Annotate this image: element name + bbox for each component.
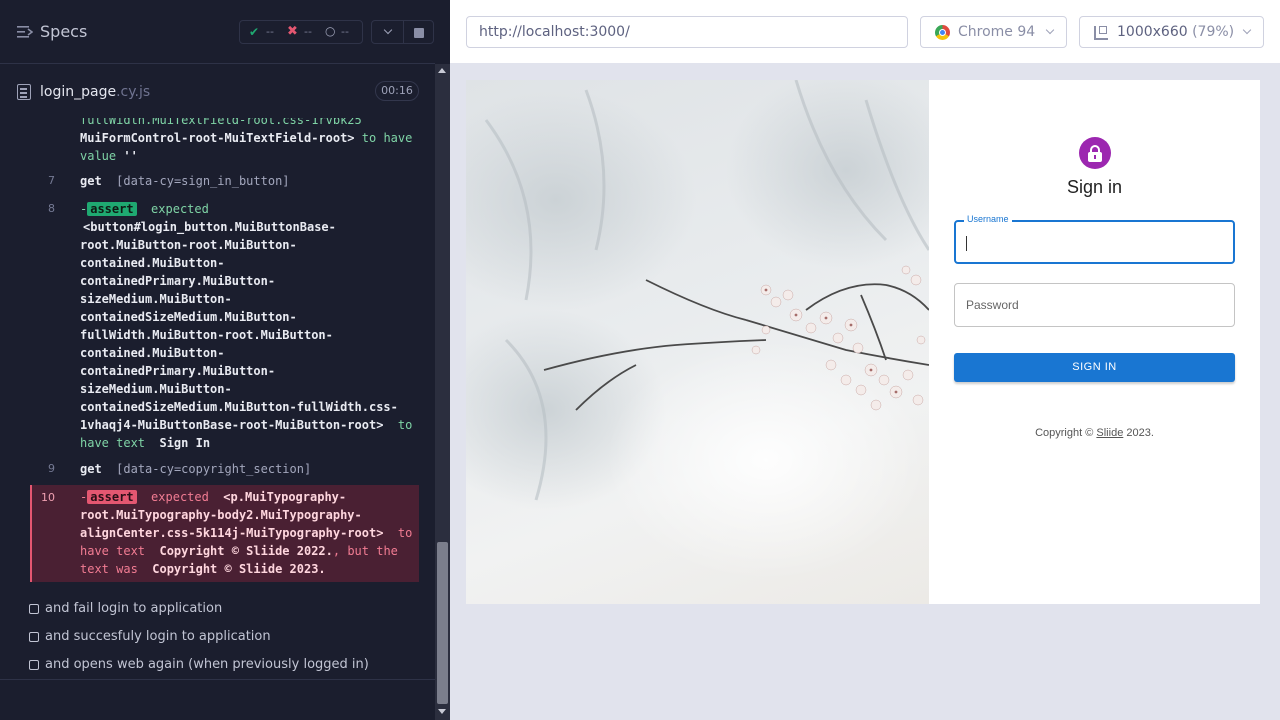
- command-log-item[interactable]: 7 get [data-cy=sign_in_button]: [30, 172, 419, 194]
- lock-icon: [1079, 137, 1111, 169]
- scrollbar[interactable]: [435, 64, 450, 720]
- command-number: 7: [48, 174, 55, 187]
- cherry-blossom-image: [466, 80, 929, 604]
- viewport-label: 1000x660 (79%): [1117, 24, 1235, 40]
- checkbox-icon: [29, 604, 39, 614]
- browser-label: Chrome 94: [958, 24, 1036, 40]
- specs-menu-icon[interactable]: [17, 25, 33, 39]
- failed-count: --: [304, 25, 312, 38]
- log-text: containedSizeMedium.MuiButton-fullWidth.…: [80, 400, 398, 414]
- assert-badge: assert: [87, 490, 137, 504]
- command-number: 10: [41, 491, 55, 504]
- log-text: sizeMedium.MuiButton-: [80, 382, 232, 396]
- log-text: get [data-cy=copyright_section]: [80, 462, 312, 476]
- assert-badge: assert: [87, 202, 137, 216]
- scroll-up-icon[interactable]: [438, 68, 446, 73]
- log-text: contained.MuiButton-: [80, 346, 225, 360]
- x-icon: ✖: [287, 24, 298, 39]
- log-text: containedSizeMedium.MuiButton-: [80, 310, 297, 324]
- pending-count: --: [341, 25, 349, 38]
- log-text: containedPrimary.MuiButton-: [80, 274, 276, 288]
- username-field[interactable]: Username: [954, 214, 1235, 264]
- username-label: Username: [964, 214, 1012, 224]
- scrollbar-thumb[interactable]: [437, 542, 448, 704]
- command-log-item[interactable]: fullWidth.MuiTextField-root.css-1rvbk25 …: [30, 118, 419, 167]
- viewport-icon: [1094, 26, 1108, 40]
- chevron-down-icon: [383, 25, 393, 35]
- command-log: fullWidth.MuiTextField-root.css-1rvbk25 …: [0, 118, 435, 680]
- browser-selector[interactable]: Chrome 94: [920, 16, 1067, 48]
- sign-in-button[interactable]: SIGN IN: [954, 353, 1235, 382]
- log-text: - assert expected: [80, 202, 209, 216]
- log-text: fullWidth.MuiButton-root.MuiButton-: [80, 328, 333, 342]
- chrome-icon: [935, 25, 950, 40]
- stop-icon: [414, 28, 424, 38]
- options-dropdown-button[interactable]: [371, 20, 404, 44]
- command-number: 9: [48, 462, 55, 475]
- chevron-down-icon: [1242, 25, 1252, 35]
- command-number: 8: [48, 202, 55, 215]
- log-text: text was Copyright © Sliide 2023.: [80, 562, 326, 576]
- viewport-selector[interactable]: 1000x660 (79%): [1079, 16, 1264, 48]
- password-field[interactable]: Password: [954, 283, 1235, 327]
- text-caret: [966, 236, 967, 251]
- log-text: containedPrimary.MuiButton-: [80, 364, 276, 378]
- log-text: sizeMedium.MuiButton-: [80, 292, 232, 306]
- app-preview: Sign in Username Password SIGN IN Copyri…: [466, 80, 1260, 604]
- chevron-down-icon: [1045, 25, 1055, 35]
- log-text: MuiFormControl-root-MuiTextField-root> t…: [80, 131, 413, 145]
- log-text: contained.MuiButton-: [80, 256, 225, 270]
- spec-file-name[interactable]: login_page.cy.js: [40, 84, 150, 100]
- test-stats: ✔ -- ✖ -- ○ --: [239, 20, 363, 44]
- sign-in-title: Sign in: [1066, 177, 1123, 197]
- log-text: <button#login_button.MuiButtonBase-: [83, 220, 336, 234]
- log-text: alignCenter.css-5k114j-MuiTypography-roo…: [80, 526, 413, 540]
- log-text: root.MuiButton-root.MuiButton-: [80, 238, 297, 252]
- spec-file-bar: login_page.cy.js 00:16: [0, 65, 435, 117]
- url-bar[interactable]: http://localhost:3000/: [466, 16, 908, 48]
- browser-toolbar: http://localhost:3000/ Chrome 94 1000x66…: [450, 0, 1280, 64]
- copyright-section: Copyright © Sliide 2023.: [1035, 427, 1154, 439]
- failed-command-log-item[interactable]: 10 - assert expected <p.MuiTypography- ro…: [30, 485, 419, 582]
- log-text: have text Sign In: [80, 436, 211, 450]
- log-text: fullWidth.MuiTextField-root.css-1rvbk25: [80, 118, 362, 127]
- login-form: Sign in Username Password SIGN IN Copyri…: [929, 80, 1260, 604]
- log-text: 1vhaqj4-MuiButtonBase-root-MuiButton-roo…: [80, 418, 413, 432]
- spec-duration: 00:16: [375, 81, 419, 101]
- log-text: have text Copyright © Sliide 2022., but …: [80, 544, 398, 558]
- divider: [0, 679, 435, 680]
- blossom-branch-illustration: [466, 80, 929, 580]
- log-text: - assert expected <p.MuiTypography-: [80, 490, 347, 504]
- cypress-runner-panel: Specs ✔ -- ✖ -- ○ -- login_page.cy.js 00…: [0, 0, 450, 720]
- sliide-link[interactable]: Sliide: [1096, 427, 1123, 439]
- log-text: get [data-cy=sign_in_button]: [80, 174, 290, 188]
- check-icon: ✔: [249, 25, 260, 39]
- scroll-down-icon[interactable]: [438, 709, 446, 714]
- passed-count: --: [266, 25, 274, 38]
- file-icon: [17, 84, 31, 100]
- log-text: root.MuiTypography-body2.MuiTypography-: [80, 508, 362, 522]
- specs-title[interactable]: Specs: [40, 22, 87, 41]
- command-log-item[interactable]: 8 - assert expected <button#login_button.…: [30, 200, 419, 456]
- log-text: value '': [80, 149, 138, 163]
- runner-header: Specs ✔ -- ✖ -- ○ --: [0, 0, 435, 64]
- checkbox-icon: [29, 660, 39, 670]
- pending-icon: ○: [325, 24, 336, 38]
- command-log-item[interactable]: 9 get [data-cy=copyright_section]: [30, 460, 419, 482]
- stop-button[interactable]: [403, 20, 434, 44]
- checkbox-icon: [29, 632, 39, 642]
